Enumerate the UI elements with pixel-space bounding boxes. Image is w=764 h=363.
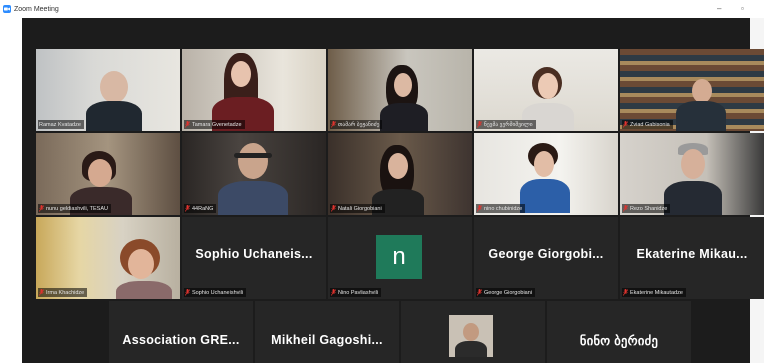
muted-mic-icon [39,289,44,296]
participant-nameplate: 44RaNG [184,204,217,213]
participant-nameplate: Sophio Uchaneishvili [184,288,247,297]
participant-nameplate: Nino Pavliashvili [330,288,382,297]
photo-tile-participant[interactable] [401,301,545,363]
name-tile-george-giorgobiani[interactable]: George Giorgobi... George Giorgobiani [474,217,618,299]
title-bar: Zoom Meeting – ▫ [0,0,764,18]
participant-nameplate: nino chubinidze [476,204,526,213]
muted-mic-icon [185,289,190,296]
muted-mic-icon [477,289,482,296]
muted-mic-icon [39,205,44,212]
video-tile-zviad-gabisonia[interactable]: Zviad Gabisonia [620,49,764,131]
minimize-button[interactable]: – [717,2,721,16]
muted-mic-icon [185,205,190,212]
participant-display-name: Sophio Uchaneis... [195,247,313,261]
left-window-edge [0,18,22,363]
video-tile-natali-giorgobiani[interactable]: Natali Giorgobiani [328,133,472,215]
restore-button[interactable]: ▫ [741,2,744,16]
participant-nameplate: Natali Giorgobiani [330,204,385,213]
participant-nameplate: ნევმა ვერმიშვილი [476,120,536,129]
name-tile-nino-beridze[interactable]: ნინო ბერიძე [547,301,691,363]
participant-nameplate: Irma Khachidze [38,288,88,297]
participant-nameplate: Tamara Gvenetadze [184,120,245,129]
name-tile-sophio-uchaneishvili[interactable]: Sophio Uchaneis... Sophio Uchaneishvili [182,217,326,299]
muted-mic-icon [623,121,628,128]
video-tile-tamar-bezhanidze[interactable]: თამარ ბეჟანიძე [328,49,472,131]
participant-nameplate: nunu geldiashvili, TESAU [38,204,111,213]
video-tile-nunu-geldiashvili[interactable]: nunu geldiashvili, TESAU [36,133,180,215]
muted-mic-icon [623,289,628,296]
name-tile-mikheil-gagoshi[interactable]: Mikheil Gagoshi... [255,301,399,363]
video-tile-ramaz-kvatadze[interactable]: Ramaz Kvatadze [36,49,180,131]
muted-mic-icon [331,289,336,296]
name-tile-ekaterine-mikautadze[interactable]: Ekaterine Mikau... Ekaterine Mikautadze [620,217,764,299]
video-tile-irma-khachidze[interactable]: Irma Khachidze [36,217,180,299]
muted-mic-icon [477,205,482,212]
video-tile-tamara-gvenetadze[interactable]: Tamara Gvenetadze [182,49,326,131]
window-title: Zoom Meeting [14,5,59,13]
participant-nameplate: თამარ ბეჟანიძე [330,120,383,129]
participant-display-name: ნინო ბერიძე [579,334,659,348]
participant-display-name: Association GRE... [122,333,240,347]
participant-nameplate: Ekaterine Mikautadze [622,288,686,297]
participant-display-name: Mikheil Gagoshi... [271,333,383,347]
participant-nameplate: Rezo Shanidze [622,204,671,213]
participant-nameplate: Ramaz Kvatadze [38,120,84,129]
muted-mic-icon [623,205,628,212]
video-tile-rezo-shanidze[interactable]: Rezo Shanidze [620,133,764,215]
participant-display-name: Ekaterine Mikau... [636,247,748,261]
gallery-view: Ramaz Kvatadze Tamara Gvenetadze თამარ ბ… [22,18,764,363]
avatar: n [376,235,422,279]
muted-mic-icon [477,121,482,128]
muted-mic-icon [331,121,336,128]
video-tile-nino-chubinidze[interactable]: nino chubinidze [474,133,618,215]
muted-mic-icon [185,121,190,128]
avatar [449,315,493,357]
avatar-tile-nino-pavliashvili[interactable]: n Nino Pavliashvili [328,217,472,299]
participant-nameplate: Zviad Gabisonia [622,120,673,129]
zoom-icon [3,5,11,13]
participant-nameplate: George Giorgobiani [476,288,536,297]
video-tile-44rang[interactable]: 44RaNG [182,133,326,215]
muted-mic-icon [331,205,336,212]
participant-display-name: George Giorgobi... [488,247,604,261]
video-tile-nevma-vermishvili[interactable]: ნევმა ვერმიშვილი [474,49,618,131]
name-tile-association-gre[interactable]: Association GRE... [109,301,253,363]
